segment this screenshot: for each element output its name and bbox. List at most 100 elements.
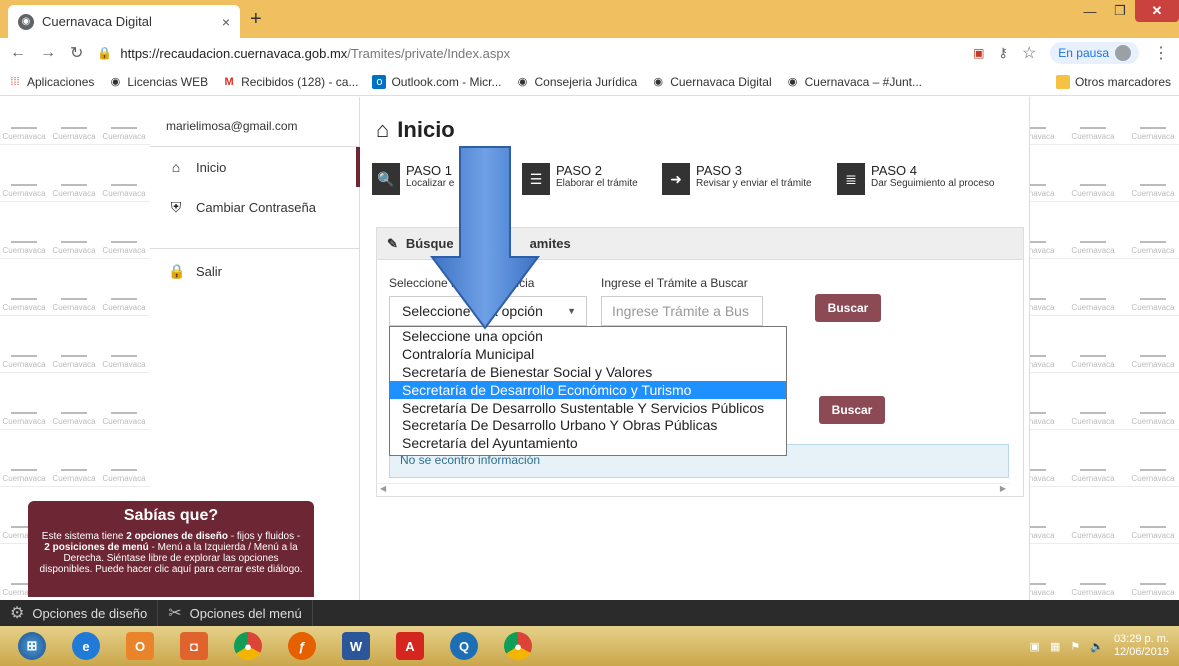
- browser-tab-bar: ◉ Cuernavaca Digital × + — ❐ ✕: [0, 0, 1179, 38]
- acrobat-icon[interactable]: A: [386, 628, 434, 664]
- checklist-icon: ≣: [837, 163, 865, 195]
- watermark-logo: Cuernavaca: [100, 268, 148, 324]
- scroll-left-icon[interactable]: ◀: [380, 484, 386, 493]
- magnifier-document-icon: 🔍: [372, 163, 400, 195]
- step-4[interactable]: ≣ PASO 4 Dar Seguimiento al proceso: [827, 157, 1027, 217]
- volume-icon[interactable]: 🔈: [1090, 640, 1104, 653]
- bookmark-consejeria[interactable]: ◉ Consejeria Jurídica: [516, 75, 638, 89]
- apps-grid-icon: ⁞⁞⁞: [10, 75, 20, 88]
- tools-icon: ✂: [168, 605, 182, 622]
- key-icon[interactable]: ⚷: [998, 45, 1008, 61]
- sidebar-item-label: Salir: [196, 263, 223, 279]
- bookmark-apps[interactable]: ⁞⁞⁞ Aplicaciones: [8, 75, 94, 89]
- bookmark-other[interactable]: Otros marcadores: [1055, 74, 1171, 89]
- bookmarks-bar: ⁞⁞⁞ Aplicaciones ◉ Licencias WEB M Recibido…: [0, 68, 1179, 96]
- back-icon[interactable]: ←: [10, 44, 26, 62]
- minimize-icon[interactable]: —: [1075, 0, 1105, 22]
- reload-icon[interactable]: ↻: [70, 43, 83, 63]
- watermark-logo: Cuernavaca: [50, 154, 98, 210]
- dropdown-option[interactable]: Secretaría de Bienestar Social y Valores: [390, 363, 786, 381]
- watermark-logo: Cuernavaca: [100, 439, 148, 495]
- watermark-logo: Cuernavaca: [50, 382, 98, 438]
- search-button-secondary[interactable]: Buscar: [819, 396, 885, 424]
- watermark-logo: Cuernavaca: [1129, 325, 1177, 381]
- home-icon: ⌂: [376, 117, 390, 142]
- watermark-logo: Cuernavaca: [1069, 211, 1117, 267]
- sidebar-user-email: marielimosa@gmail.com: [150, 97, 359, 147]
- watermark-logo: Cuernavaca: [50, 211, 98, 267]
- system-tray: ▣ ▦ ⚑ 🔈 03:29 p. m. 12/06/2019: [1030, 633, 1179, 659]
- watermark-logo: Cuernavaca: [100, 154, 148, 210]
- design-options-button[interactable]: ⚙ Opciones de diseño: [0, 600, 159, 626]
- star-icon[interactable]: ☆: [1022, 43, 1036, 63]
- dropdown-option-highlighted[interactable]: Secretaría de Desarrollo Económico y Tur…: [390, 380, 786, 399]
- word-icon[interactable]: W: [332, 628, 380, 664]
- profile-button[interactable]: En pausa: [1050, 42, 1139, 64]
- watermark-logo: Cuernavaca: [0, 439, 48, 495]
- extension-icon[interactable]: ▣: [973, 46, 984, 60]
- sidebar-item-salir[interactable]: 🔒 Salir: [150, 251, 359, 291]
- watermark-logo: Cuernavaca: [1069, 154, 1117, 210]
- firefox-icon[interactable]: ƒ: [278, 628, 326, 664]
- browser-tab[interactable]: ◉ Cuernavaca Digital ×: [8, 5, 240, 38]
- sidebar-item-inicio[interactable]: ⌂ Inicio: [150, 147, 360, 187]
- watermark-logo: Cuernavaca: [0, 154, 48, 210]
- watermark-logo: Cuernavaca: [1069, 553, 1117, 600]
- sidebar-item-label: Cambiar Contraseña: [196, 199, 316, 215]
- scroll-right-icon[interactable]: ▶: [1000, 484, 1006, 493]
- tab-close-icon[interactable]: ×: [222, 14, 230, 30]
- tip-dialog[interactable]: Sabías que? Este sistema tiene 2 opcione…: [28, 501, 314, 597]
- step-3[interactable]: ➜ PASO 3 Revisar y enviar el trámite: [652, 157, 827, 217]
- start-button[interactable]: ⊞: [8, 628, 56, 664]
- bookmark-outlook[interactable]: o Outlook.com - Micr...: [372, 74, 502, 89]
- media-icon[interactable]: ◘: [170, 628, 218, 664]
- page-title: ⌂ Inicio: [376, 117, 455, 142]
- watermark-logo: Cuernavaca: [1069, 496, 1117, 552]
- watermark-logo: Cuernavaca: [100, 211, 148, 267]
- flag-icon[interactable]: ⚑: [1070, 640, 1080, 653]
- maximize-icon[interactable]: ❐: [1105, 0, 1135, 22]
- watermark-logo: Cuernavaca: [1069, 97, 1117, 153]
- dropdown-option[interactable]: Secretaría De Desarrollo Sustentable Y S…: [390, 399, 786, 417]
- watermark-logo: Cuernavaca: [100, 97, 148, 153]
- dropdown-option[interactable]: Contraloría Municipal: [390, 345, 786, 363]
- dropdown-option[interactable]: Secretaría De Desarrollo Urbano Y Obras …: [390, 416, 786, 434]
- url-host: https://recaudacion.cuernavaca.gob.mx: [120, 45, 348, 61]
- new-tab-button[interactable]: +: [250, 8, 262, 31]
- dropdown-option[interactable]: Secretaría del Ayuntamiento: [390, 434, 786, 452]
- profile-label: En pausa: [1058, 46, 1109, 60]
- search-app-icon[interactable]: Q: [440, 628, 488, 664]
- horizontal-scrollbar[interactable]: ◀ ▶: [376, 483, 1010, 493]
- search-button[interactable]: Buscar: [815, 294, 881, 322]
- bookmark-licencias[interactable]: ◉ Licencias WEB: [108, 75, 209, 89]
- watermark-logo: Cuernavaca: [0, 382, 48, 438]
- window-close-icon[interactable]: ✕: [1135, 0, 1179, 22]
- globe-icon: ◉: [653, 76, 664, 88]
- watermark-logo: Cuernavaca: [50, 97, 98, 153]
- forward-icon[interactable]: →: [40, 44, 56, 62]
- watermark-logo: Cuernavaca: [1069, 268, 1117, 324]
- ie-icon[interactable]: e: [62, 628, 110, 664]
- tramite-search-input[interactable]: Ingrese Trámite a Bus: [601, 296, 763, 326]
- watermark-logo: Cuernavaca: [0, 268, 48, 324]
- sidebar-item-cambiar-contrasena[interactable]: ⛨ Cambiar Contraseña: [150, 187, 359, 227]
- network-icon[interactable]: ▦: [1050, 640, 1060, 653]
- watermark-logo: Cuernavaca: [50, 439, 98, 495]
- watermark-logo: Cuernavaca: [0, 325, 48, 381]
- clock[interactable]: 03:29 p. m. 12/06/2019: [1114, 633, 1169, 659]
- bookmark-cuernavaca-junt[interactable]: ◉ Cuernavaca – #Junt...: [786, 75, 922, 89]
- menu-icon[interactable]: ⋮: [1153, 43, 1169, 63]
- chrome-icon[interactable]: ●: [224, 628, 272, 664]
- window-controls: — ❐ ✕: [1075, 0, 1179, 22]
- url-field[interactable]: 🔒 https://recaudacion.cuernavaca.gob.mx/…: [97, 40, 959, 66]
- chrome-icon[interactable]: ●: [494, 628, 542, 664]
- bookmark-cuernavaca-digital[interactable]: ◉ Cuernavaca Digital: [651, 75, 771, 89]
- outlook-icon[interactable]: O: [116, 628, 164, 664]
- tray-icon[interactable]: ▣: [1030, 640, 1040, 653]
- send-arrow-icon: ➜: [662, 163, 690, 195]
- globe-icon: ◉: [18, 13, 34, 30]
- annotation-arrow: [430, 146, 540, 330]
- bookmark-gmail[interactable]: M Recibidos (128) - ca...: [222, 75, 358, 89]
- chevron-down-icon: ▼: [567, 306, 576, 316]
- menu-options-button[interactable]: ✂ Opciones del menú: [158, 600, 313, 626]
